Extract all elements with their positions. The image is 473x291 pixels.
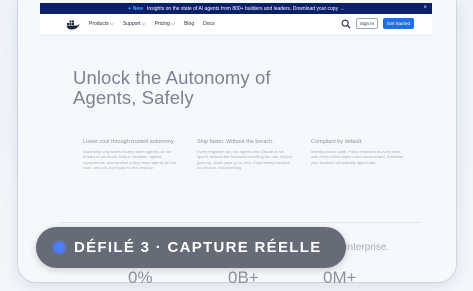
nav-menu: Products ⌵ Support ⌵ Pricing ⌵ Blog Docs <box>89 21 215 27</box>
section-divider <box>60 222 420 223</box>
status-dot-icon <box>54 242 65 253</box>
top-navigation: Products ⌵ Support ⌵ Pricing ⌵ Blog Docs… <box>40 14 432 36</box>
search-icon[interactable] <box>341 19 351 29</box>
feature-title: Lower cost through trusted autonomy. <box>83 139 175 145</box>
capture-label: DÉFILÉ 3 · CAPTURE RÉELLE <box>74 239 322 256</box>
announcement-text[interactable]: Insights on the state of AI agents from … <box>147 6 344 12</box>
feature-card: Ship faster. Without the breach. Every e… <box>197 139 292 170</box>
stat-value: 0M+ <box>323 268 357 287</box>
close-icon[interactable]: × <box>423 5 427 11</box>
stat-value: 0B+ <box>228 268 259 287</box>
docker-logo-icon[interactable] <box>66 19 80 30</box>
nav-actions: Sign In Get Started <box>341 18 414 29</box>
feature-title: Ship faster. Without the breach. <box>197 139 274 145</box>
stat-value: 0% <box>128 268 153 287</box>
stats-row: 0% 0B+ 0M+ <box>0 268 473 288</box>
hero-title: Unlock the Autonomy of Agents, Safely <box>73 67 271 108</box>
feature-body: Every engineer can run agents and Claude… <box>197 149 292 170</box>
feature-card: Compliant by default. Identity-bound aud… <box>311 139 406 165</box>
nav-item-pricing[interactable]: Pricing ⌵ <box>155 21 175 27</box>
feature-body: Identity-bound audit. Policy enforced at… <box>311 149 404 165</box>
announcement-bar[interactable]: ✦ New Insights on the state of AI agents… <box>40 3 432 14</box>
nav-item-blog[interactable]: Blog <box>184 21 194 27</box>
get-started-button[interactable]: Get Started <box>382 18 414 29</box>
nav-item-support[interactable]: Support ⌵ <box>123 21 146 27</box>
page-background: ✦ New Insights on the state of AI agents… <box>0 0 473 291</box>
announcement-badge: New <box>132 5 143 12</box>
feature-card: Lower cost through trusted autonomy. Aut… <box>83 139 178 170</box>
section-heading-partial: enterprise. <box>342 242 390 253</box>
feature-title: Compliant by default. <box>311 139 363 145</box>
sparkle-icon: ✦ <box>127 5 132 12</box>
sign-in-button[interactable]: Sign In <box>355 18 378 29</box>
scroll-capture-badge: DÉFILÉ 3 · CAPTURE RÉELLE <box>36 227 346 268</box>
nav-item-docs[interactable]: Docs <box>203 21 214 27</box>
feature-body: Autonomy only saves money when agents ca… <box>83 149 176 170</box>
nav-item-products[interactable]: Products ⌵ <box>89 21 114 27</box>
